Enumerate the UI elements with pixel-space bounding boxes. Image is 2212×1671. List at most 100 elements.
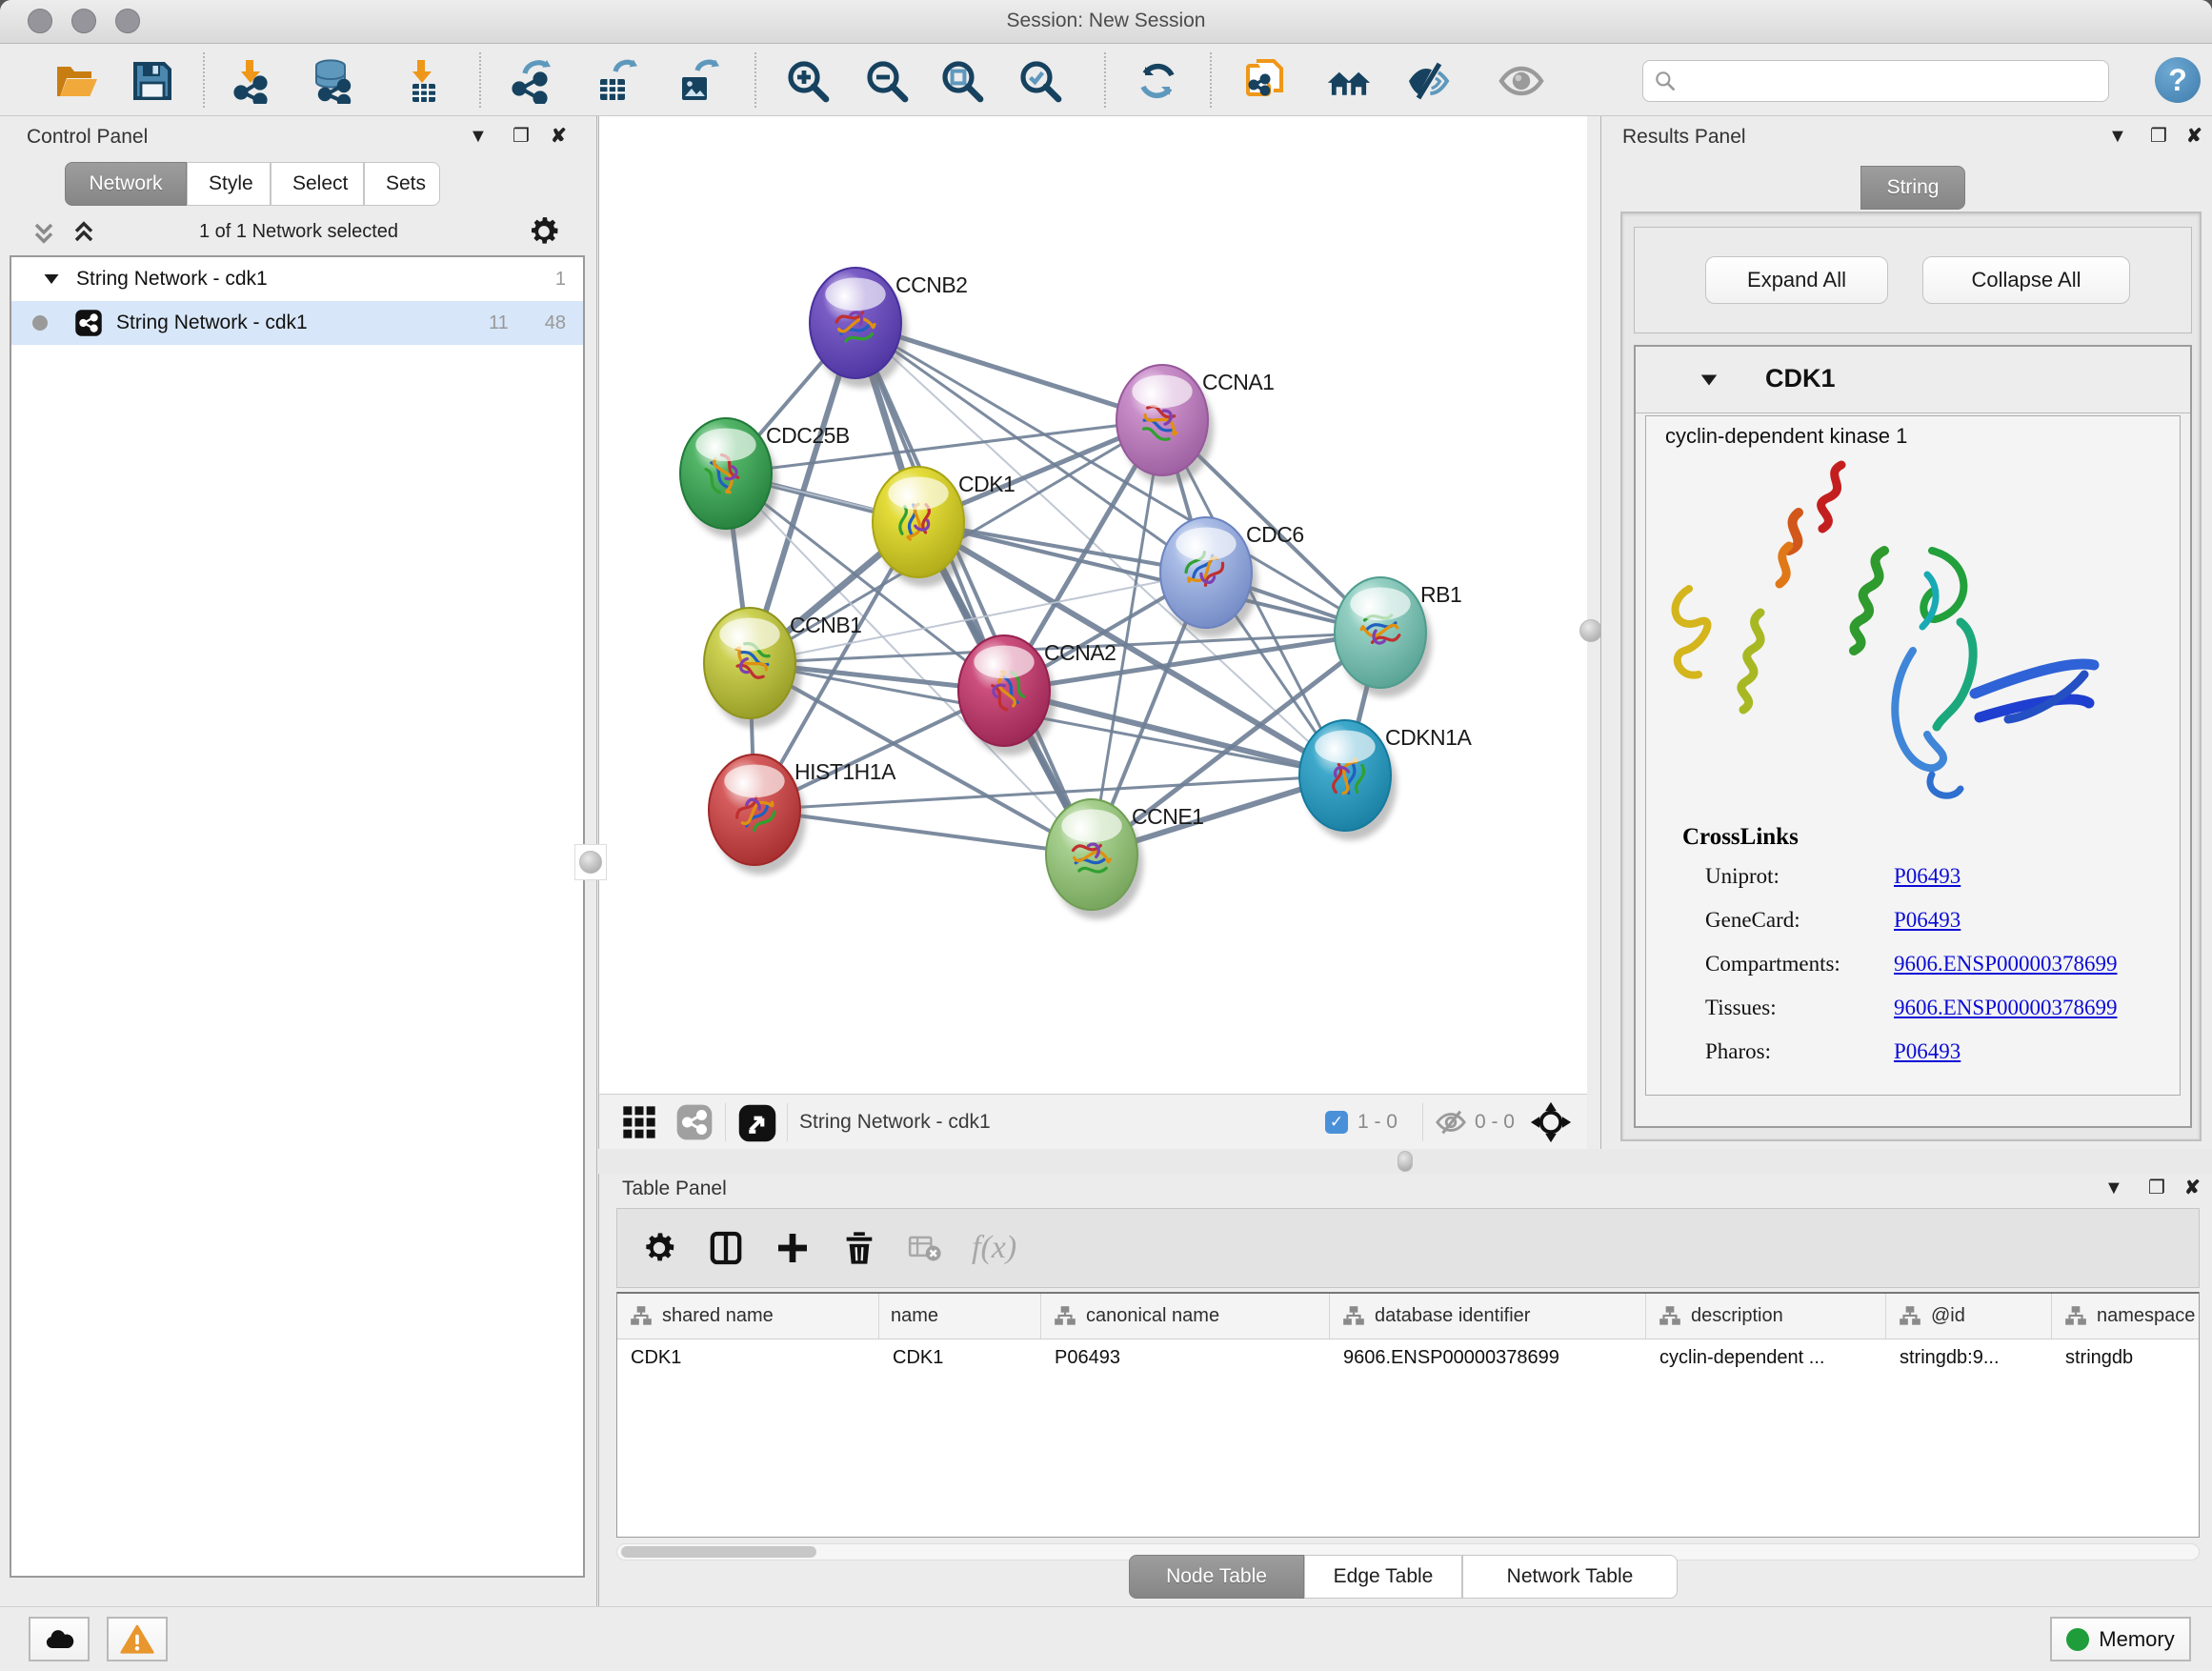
crosslink-value[interactable]: 9606.ENSP00000378699	[1894, 996, 2118, 1020]
import-network-from-file-icon[interactable]	[228, 58, 273, 104]
table-cell[interactable]: cyclin-dependent ...	[1646, 1339, 1886, 1381]
collection-expander-icon[interactable]	[42, 270, 61, 289]
tab-edge-table[interactable]: Edge Table	[1304, 1555, 1462, 1599]
right-splitter[interactable]	[1579, 619, 1602, 642]
tab-node-table[interactable]: Node Table	[1129, 1555, 1304, 1599]
tab-select[interactable]: Select	[271, 162, 364, 206]
network-badge-icon[interactable]	[675, 1103, 714, 1141]
panel-menu-icon[interactable]: ▼	[469, 126, 488, 148]
column-header-shared-name[interactable]: shared name	[617, 1294, 879, 1339]
hidden-eye-icon[interactable]	[1435, 1106, 1467, 1138]
network-collection-row[interactable]: String Network - cdk1 1	[11, 257, 583, 301]
zoom-in-icon[interactable]	[785, 58, 831, 104]
network-node[interactable]: CCNB2	[810, 268, 967, 388]
column-header-name[interactable]: name	[879, 1294, 1041, 1339]
entry-header[interactable]: CDK1	[1636, 347, 2190, 413]
panel-float-icon[interactable]: ❐	[513, 124, 530, 148]
expand-all-button[interactable]: Expand All	[1705, 256, 1888, 304]
network-node[interactable]: CDC25B	[680, 418, 850, 538]
bottom-splitter[interactable]	[598, 1149, 2212, 1174]
network-node[interactable]: CCNE1	[1046, 799, 1203, 919]
panel-float-icon[interactable]: ❐	[2150, 124, 2167, 148]
network-node[interactable]: CDKN1A	[1299, 720, 1472, 840]
help-icon[interactable]: ?	[2155, 57, 2201, 103]
tab-style[interactable]: Style	[187, 162, 271, 206]
table-cell[interactable]: 9606.ENSP00000378699	[1330, 1339, 1646, 1381]
entry-expander-icon[interactable]	[1699, 370, 1719, 391]
crosslink-value[interactable]: 9606.ENSP00000378699	[1894, 952, 2118, 976]
footer-separator	[725, 1103, 726, 1141]
table-settings-gear-icon[interactable]	[640, 1229, 678, 1267]
apply-layout-icon[interactable]	[1135, 58, 1180, 104]
table-row[interactable]: CDK1CDK1P064939606.ENSP00000378699cyclin…	[617, 1339, 2199, 1381]
network-canvas[interactable]: CCNB2CCNA1CDC25BCDK1CDC6RB1CCNB1CCNA2CDK…	[598, 116, 1587, 1094]
column-header-description[interactable]: description	[1646, 1294, 1886, 1339]
crosslink-value[interactable]: P06493	[1894, 908, 1961, 933]
protein-structure-image[interactable]	[1646, 460, 2180, 815]
first-neighbors-icon[interactable]	[1326, 58, 1372, 104]
add-column-icon[interactable]	[774, 1229, 812, 1267]
column-header-database-identifier[interactable]: database identifier	[1330, 1294, 1646, 1339]
import-network-from-database-icon[interactable]	[310, 58, 355, 104]
panel-close-icon[interactable]: ✘	[551, 124, 567, 148]
network-options-gear-icon[interactable]	[526, 213, 562, 250]
network-node[interactable]: RB1	[1335, 577, 1461, 697]
network-row[interactable]: String Network - cdk1 11 48	[11, 301, 583, 345]
panel-float-icon[interactable]: ❐	[2148, 1176, 2165, 1199]
warnings-button[interactable]	[107, 1617, 168, 1661]
tab-string[interactable]: String	[1860, 166, 1965, 210]
open-session-icon[interactable]	[53, 58, 99, 104]
panel-close-icon[interactable]: ✘	[2186, 124, 2202, 148]
export-table-icon[interactable]	[593, 58, 638, 104]
column-header-label: canonical name	[1086, 1305, 1219, 1327]
export-network-icon[interactable]	[510, 58, 555, 104]
cloud-status-button[interactable]	[29, 1617, 90, 1661]
collapse-all-button[interactable]: Collapse All	[1922, 256, 2130, 304]
table-cell[interactable]: stringdb:9...	[1886, 1339, 2052, 1381]
fit-selection-crosshair-icon[interactable]	[1530, 1101, 1572, 1143]
table-cell[interactable]: stringdb	[2052, 1339, 2200, 1381]
zoom-fit-icon[interactable]	[939, 58, 985, 104]
column-header-canonical-name[interactable]: canonical name	[1041, 1294, 1330, 1339]
window-title: Session: New Session	[0, 10, 2212, 32]
network-graph[interactable]: CCNB2CCNA1CDC25BCDK1CDC6RB1CCNB1CCNA2CDK…	[599, 116, 1586, 1092]
crosslink-value[interactable]: P06493	[1894, 1039, 1961, 1064]
tab-network-table[interactable]: Network Table	[1462, 1555, 1678, 1599]
table-cell[interactable]: CDK1	[617, 1339, 879, 1381]
panel-menu-icon[interactable]: ▼	[2108, 126, 2127, 148]
hide-selection-icon[interactable]	[1405, 58, 1451, 104]
network-node[interactable]: CDC6	[1160, 517, 1304, 637]
panel-close-icon[interactable]: ✘	[2184, 1176, 2201, 1199]
export-image-icon[interactable]	[674, 58, 720, 104]
network-node[interactable]: CCNA2	[958, 635, 1116, 755]
table-cell[interactable]: CDK1	[879, 1339, 1041, 1381]
selected-checkbox-icon[interactable]: ✓	[1325, 1111, 1348, 1134]
select-columns-icon[interactable]	[707, 1229, 745, 1267]
grid-view-icon[interactable]	[620, 1103, 658, 1141]
tab-network[interactable]: Network	[65, 162, 187, 206]
birds-eye-view-icon[interactable]	[737, 1103, 775, 1141]
search-box[interactable]	[1642, 60, 2109, 102]
zoom-out-icon[interactable]	[864, 58, 910, 104]
network-node[interactable]: HIST1H1A	[709, 755, 896, 875]
scrollbar-thumb[interactable]	[621, 1546, 816, 1558]
import-table-from-file-icon[interactable]	[399, 58, 445, 104]
zoom-selected-icon[interactable]	[1017, 58, 1063, 104]
column-header-namespace[interactable]: namespace	[2052, 1294, 2200, 1339]
network-node[interactable]: CCNA1	[1116, 365, 1274, 485]
memory-button[interactable]: Memory	[2050, 1617, 2191, 1661]
network-node[interactable]: CCNB1	[704, 608, 861, 728]
crosslink-value[interactable]: P06493	[1894, 864, 1961, 889]
show-all-icon[interactable]	[1498, 58, 1544, 104]
column-header-label: @id	[1931, 1305, 1965, 1327]
tab-sets[interactable]: Sets	[364, 162, 440, 206]
search-input[interactable]	[1678, 70, 2087, 93]
panel-menu-icon[interactable]: ▼	[2104, 1178, 2123, 1199]
node-table[interactable]: shared namename canonical name database id…	[616, 1292, 2200, 1538]
new-network-from-selection-icon[interactable]	[1243, 58, 1289, 104]
table-cell[interactable]: P06493	[1041, 1339, 1330, 1381]
column-header-@id[interactable]: @id	[1886, 1294, 2052, 1339]
delete-column-icon[interactable]	[840, 1229, 878, 1267]
left-splitter[interactable]	[574, 844, 607, 880]
save-session-icon[interactable]	[130, 58, 175, 104]
